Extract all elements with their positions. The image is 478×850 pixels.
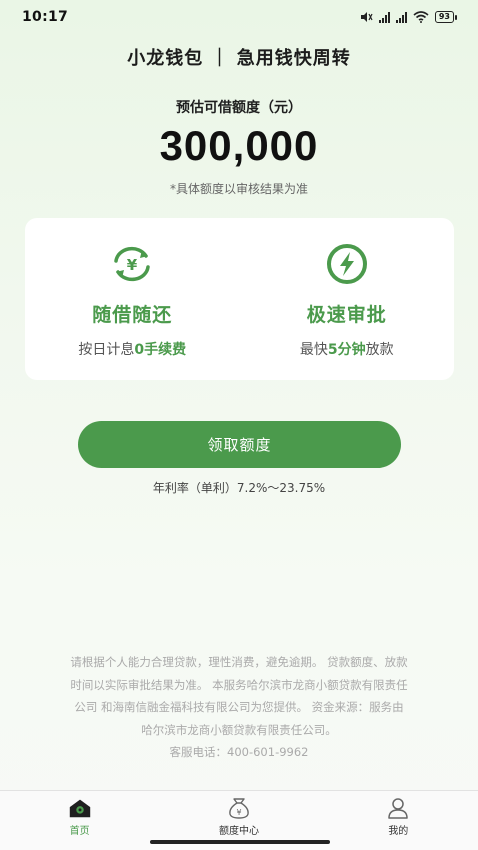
signal-icon	[378, 11, 390, 23]
customer-service-phone: 客服电话：400-601-9962	[169, 745, 309, 759]
disclaimer-line: 哈尔滨市龙商小额贷款有限责任公司。	[141, 722, 337, 737]
feature-fast-approval: 极速审批 最快5分钟放款	[240, 218, 455, 380]
svg-text:¥: ¥	[236, 808, 241, 817]
app-title: 小龙钱包 ｜ 急用钱快周转	[127, 48, 351, 69]
feature-desc-prefix: 最快	[299, 342, 328, 358]
wifi-icon	[413, 11, 429, 23]
tab-home[interactable]: 首页	[0, 791, 159, 850]
feature-desc-suffix: 放款	[365, 342, 394, 358]
home-indicator	[150, 840, 330, 844]
feature-desc: 按日计息0手续费	[78, 339, 186, 359]
feature-desc-highlight: 5分钟	[327, 342, 366, 358]
feature-card: ¥ 随借随还 按日计息0手续费 极速审批 最快5分钟放款	[25, 218, 454, 380]
tab-mine[interactable]: 我的	[319, 791, 478, 850]
feature-desc-prefix: 按日计息	[78, 342, 135, 358]
tab-label: 我的	[388, 826, 409, 837]
home-icon	[67, 795, 93, 821]
claim-quota-button[interactable]: 领取额度	[78, 421, 401, 468]
status-time: 10:17	[22, 9, 69, 25]
svg-text:¥: ¥	[127, 256, 138, 274]
feature-desc-highlight: 0手续费	[134, 342, 187, 358]
signal-icon-2	[395, 11, 407, 23]
feature-title: 极速审批	[306, 304, 387, 326]
quota-label: 预估可借额度（元）	[176, 100, 302, 116]
disclaimer-line: 时间以实际审批结果为准。 本服务哈尔滨市龙商小额贷款有限责任	[70, 677, 408, 692]
feature-desc: 最快5分钟放款	[300, 339, 394, 359]
quota-amount: 300,000	[159, 122, 319, 169]
feature-flexible-repay: ¥ 随借随还 按日计息0手续费	[25, 218, 240, 380]
feature-title: 随借随还	[92, 304, 173, 326]
money-bag-icon: ¥	[226, 795, 252, 821]
interest-rate: 年利率（单利）7.2%～23.75%	[152, 481, 326, 495]
disclaimer-line: 公司 和海南信融金福科技有限公司为您提供。 资金来源：服务由	[74, 700, 404, 714]
status-icons: 93	[359, 11, 458, 23]
user-icon	[385, 795, 411, 821]
tab-label: 额度中心	[218, 826, 259, 837]
lightning-icon	[323, 242, 371, 286]
quota-note: *具体额度以审核结果为准	[169, 182, 308, 196]
battery-icon: 93	[434, 11, 458, 23]
tab-label: 首页	[69, 826, 90, 837]
disclaimer-line: 请根据个人能力合理贷款，理性消费，避免逾期。 贷款额度、放款	[70, 655, 408, 669]
disclaimer: 请根据个人能力合理贷款，理性消费，避免逾期。 贷款额度、放款 时间以实际审批结果…	[30, 651, 448, 764]
status-bar: 10:17 93	[0, 0, 478, 34]
yen-cycle-icon: ¥	[108, 242, 156, 286]
mute-icon	[360, 12, 373, 22]
